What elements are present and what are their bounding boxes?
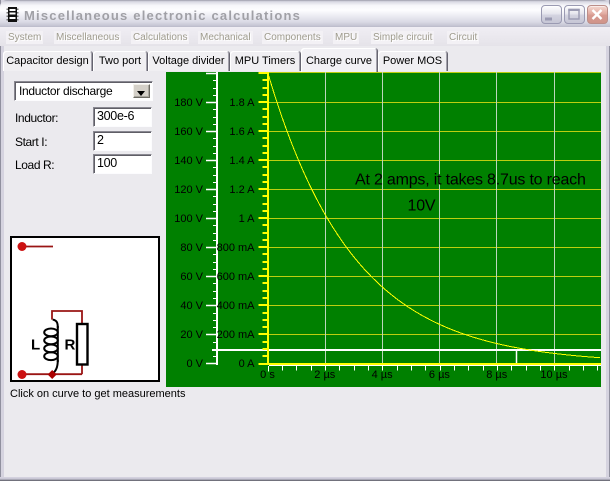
svg-text:160 V: 160 V [174, 126, 203, 138]
svg-text:L: L [31, 337, 40, 354]
svg-text:At 2 amps, it takes 8.7us to r: At 2 amps, it takes 8.7us to reach [355, 172, 586, 189]
svg-text:120 V: 120 V [174, 184, 203, 196]
svg-text:800 mA: 800 mA [217, 242, 256, 254]
svg-text:80 V: 80 V [180, 242, 203, 254]
svg-text:400 mA: 400 mA [217, 300, 256, 312]
svg-text:140 V: 140 V [174, 155, 203, 167]
svg-text:180 V: 180 V [174, 97, 203, 109]
svg-text:0 s: 0 s [260, 369, 275, 381]
svg-text:100 V: 100 V [174, 213, 203, 225]
svg-text:2 µs: 2 µs [314, 369, 336, 381]
svg-text:1.8 A: 1.8 A [229, 97, 255, 109]
svg-text:10V: 10V [408, 198, 436, 215]
svg-text:600 mA: 600 mA [217, 271, 256, 283]
svg-text:4 µs: 4 µs [372, 369, 394, 381]
svg-text:6 µs: 6 µs [429, 369, 451, 381]
svg-text:0 A: 0 A [239, 358, 256, 370]
svg-text:20 V: 20 V [180, 329, 203, 341]
svg-text:8 µs: 8 µs [486, 369, 508, 381]
svg-text:R: R [65, 337, 76, 354]
svg-text:1.2 A: 1.2 A [229, 184, 255, 196]
svg-text:40 V: 40 V [180, 300, 203, 312]
svg-text:1.4 A: 1.4 A [229, 155, 255, 167]
svg-text:10 µs: 10 µs [540, 369, 568, 381]
svg-text:200 mA: 200 mA [217, 329, 256, 341]
svg-text:1.6 A: 1.6 A [229, 126, 255, 138]
svg-text:0 V: 0 V [186, 358, 203, 370]
svg-text:60 V: 60 V [180, 271, 203, 283]
svg-text:1 A: 1 A [239, 213, 256, 225]
